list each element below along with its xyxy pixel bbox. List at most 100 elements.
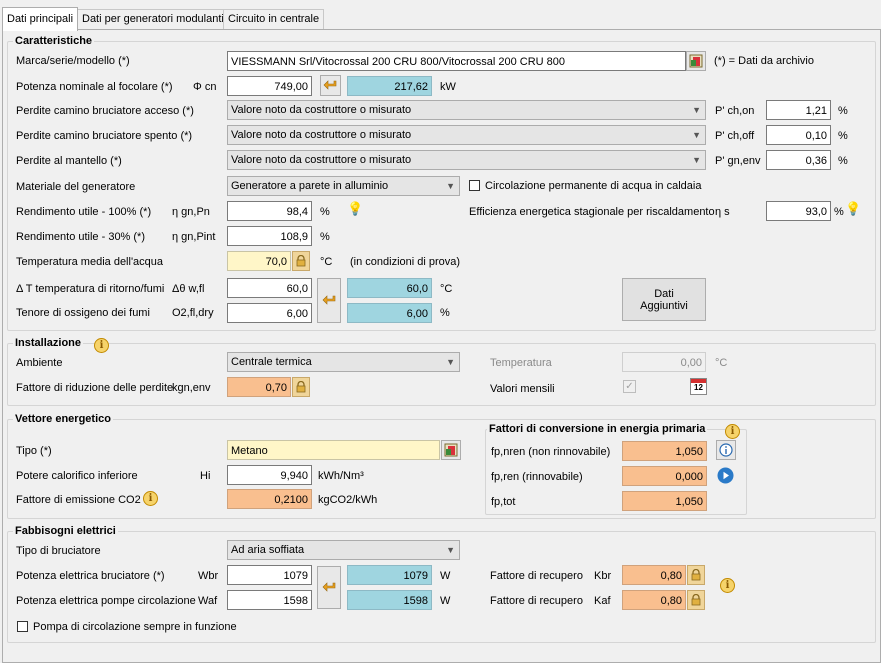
info-circle-icon [719,443,733,457]
group-title-vettore: Vettore energetico [13,413,113,425]
tab-circuito-in-centrale[interactable]: Circuito in centrale [223,9,325,29]
lock-icon[interactable] [687,590,705,610]
tab-dati-generatori-modulanti[interactable]: Dati per generatori modulanti [77,9,229,29]
efficienza-symbol: η s [715,206,730,218]
potere-calorifico-label: Potere calorifico inferiore [16,470,138,482]
fpnren-input[interactable]: 1,050 [622,441,707,461]
lightbulb-icon[interactable]: 💡 [845,201,861,217]
potenza-symbol: Φ cn [193,81,217,93]
o2-input[interactable]: 6,00 [227,303,312,323]
kaf-symbol: Kaf [594,595,611,607]
pompa-sempre-checkbox[interactable] [17,621,28,632]
fptot-input[interactable]: 1,050 [622,491,707,511]
lock-icon[interactable] [292,377,310,397]
archive-book-icon [689,54,703,68]
info-icon[interactable]: i [94,338,109,353]
info-icon[interactable]: i [143,491,158,506]
dt-calc-value: 60,0 [347,278,432,298]
ambiente-select-value: Centrale termica [231,356,312,368]
calendar-icon[interactable]: 12 [690,378,707,395]
dt-label: Δ T temperatura di ritorno/fumi [16,283,165,295]
archivio-note: (*) = Dati da archivio [714,55,814,67]
perdite-acceso-select[interactable]: Valore noto da costruttore o misurato ▼ [227,100,706,120]
ambiente-select[interactable]: Centrale termica ▼ [227,352,460,372]
potenza-calc-button[interactable] [320,75,341,96]
play-icon[interactable] [717,467,734,487]
o2-label: Tenore di ossigeno dei fumi [16,307,150,319]
chevron-down-icon: ▼ [446,181,455,191]
tipo-bruciatore-select[interactable]: Ad aria soffiata ▼ [227,540,460,560]
ambiente-label: Ambiente [16,357,63,369]
perdite-mantello-label: Perdite al mantello (*) [16,155,122,167]
wbr-label: Potenza elettrica bruciatore (*) [16,570,165,582]
potere-calorifico-unit: kWh/Nm³ [318,470,364,482]
potenza-unit: kW [440,81,456,93]
vettore-archivio-button[interactable] [441,440,461,460]
tipo-vettore-label: Tipo (*) [16,445,52,457]
wbr-input[interactable]: 1079 [227,565,312,585]
dt-input[interactable]: 60,0 [227,278,312,298]
rend100-symbol: η gn,Pn [172,206,210,218]
valori-mensili-checkbox[interactable]: ✓ [623,380,636,393]
efficienza-unit: % [834,206,844,218]
lock-icon[interactable] [687,565,705,585]
perdite-acceso-input[interactable]: 1,21 [766,100,831,120]
wbr-waf-calc-button[interactable] [317,566,341,609]
chevron-down-icon: ▼ [692,130,701,140]
efficienza-input[interactable]: 93,0 [766,201,831,221]
waf-unit: W [440,595,451,607]
fattore-riduzione-symbol: kgn,env [172,382,211,394]
dt-unit: °C [440,283,453,295]
chevron-down-icon: ▼ [446,357,455,367]
perdite-mantello-unit: % [838,155,848,167]
rend100-input[interactable]: 98,4 [227,201,312,221]
wbr-calc-value: 1079 [347,565,432,585]
temperatura-input: 0,00 [622,352,706,372]
fattore-riduzione-input[interactable]: 0,70 [227,377,291,397]
temperatura-unit: °C [715,357,728,369]
tab-dati-principali[interactable]: Dati principali [2,7,79,31]
kbr-symbol: Kbr [594,570,612,582]
perdite-acceso-unit: % [838,105,848,117]
potere-calorifico-symbol: Hi [200,470,211,482]
temperatura-label: Temperatura [490,357,552,369]
fpren-input[interactable]: 0,000 [622,466,707,486]
dt-o2-calc-button[interactable] [317,278,341,323]
perdite-mantello-input[interactable]: 0,36 [766,150,831,170]
archivio-button[interactable] [686,51,706,71]
calendar-day: 12 [694,383,703,392]
perdite-spento-symbol: P' ch,off [715,130,755,142]
info-icon[interactable]: i [720,578,735,593]
chevron-down-icon: ▼ [692,105,701,115]
fattore-emissione-label: Fattore di emissione CO2 [16,494,141,506]
potenza-input[interactable]: 749,00 [227,76,312,96]
fattore-emissione-input[interactable]: 0,2100 [227,489,312,509]
rend30-input[interactable]: 108,9 [227,226,312,246]
temp-label: Temperatura media dell'acqua [16,256,164,268]
archive-book-icon [444,443,458,457]
tipo-vettore-field[interactable]: Metano [227,440,440,460]
circolazione-label: Circolazione permanente di acqua in cald… [485,180,702,192]
waf-input[interactable]: 1598 [227,590,312,610]
lightbulb-icon[interactable]: 💡 [347,201,363,217]
perdite-mantello-select[interactable]: Valore noto da costruttore o misurato ▼ [227,150,706,170]
fpnren-info-button[interactable] [716,440,736,460]
materiale-select-value: Generatore a parete in alluminio [231,180,389,192]
lock-icon[interactable] [292,251,310,271]
potere-calorifico-input[interactable]: 9,940 [227,465,312,485]
perdite-spento-input[interactable]: 0,10 [766,125,831,145]
materiale-label: Materiale del generatore [16,181,136,193]
perdite-spento-label: Perdite camino bruciatore spento (*) [16,130,193,142]
marca-field[interactable]: VIESSMANN Srl/Vitocrossal 200 CRU 800/Vi… [227,51,686,71]
kbr-input[interactable]: 0,80 [622,565,686,585]
circolazione-checkbox[interactable] [469,180,480,191]
tab-bar: Dati principali Dati per generatori modu… [0,0,881,31]
temp-input[interactable]: 70,0 [227,251,291,271]
tipo-bruciatore-label: Tipo di bruciatore [16,545,101,557]
dati-aggiuntivi-button[interactable]: Dati Aggiuntivi [622,278,706,321]
materiale-select[interactable]: Generatore a parete in alluminio ▼ [227,176,460,196]
perdite-spento-select[interactable]: Valore noto da costruttore o misurato ▼ [227,125,706,145]
info-icon[interactable]: i [725,424,740,439]
kaf-input[interactable]: 0,80 [622,590,686,610]
fattore-emissione-unit: kgCO2/kWh [318,494,378,506]
